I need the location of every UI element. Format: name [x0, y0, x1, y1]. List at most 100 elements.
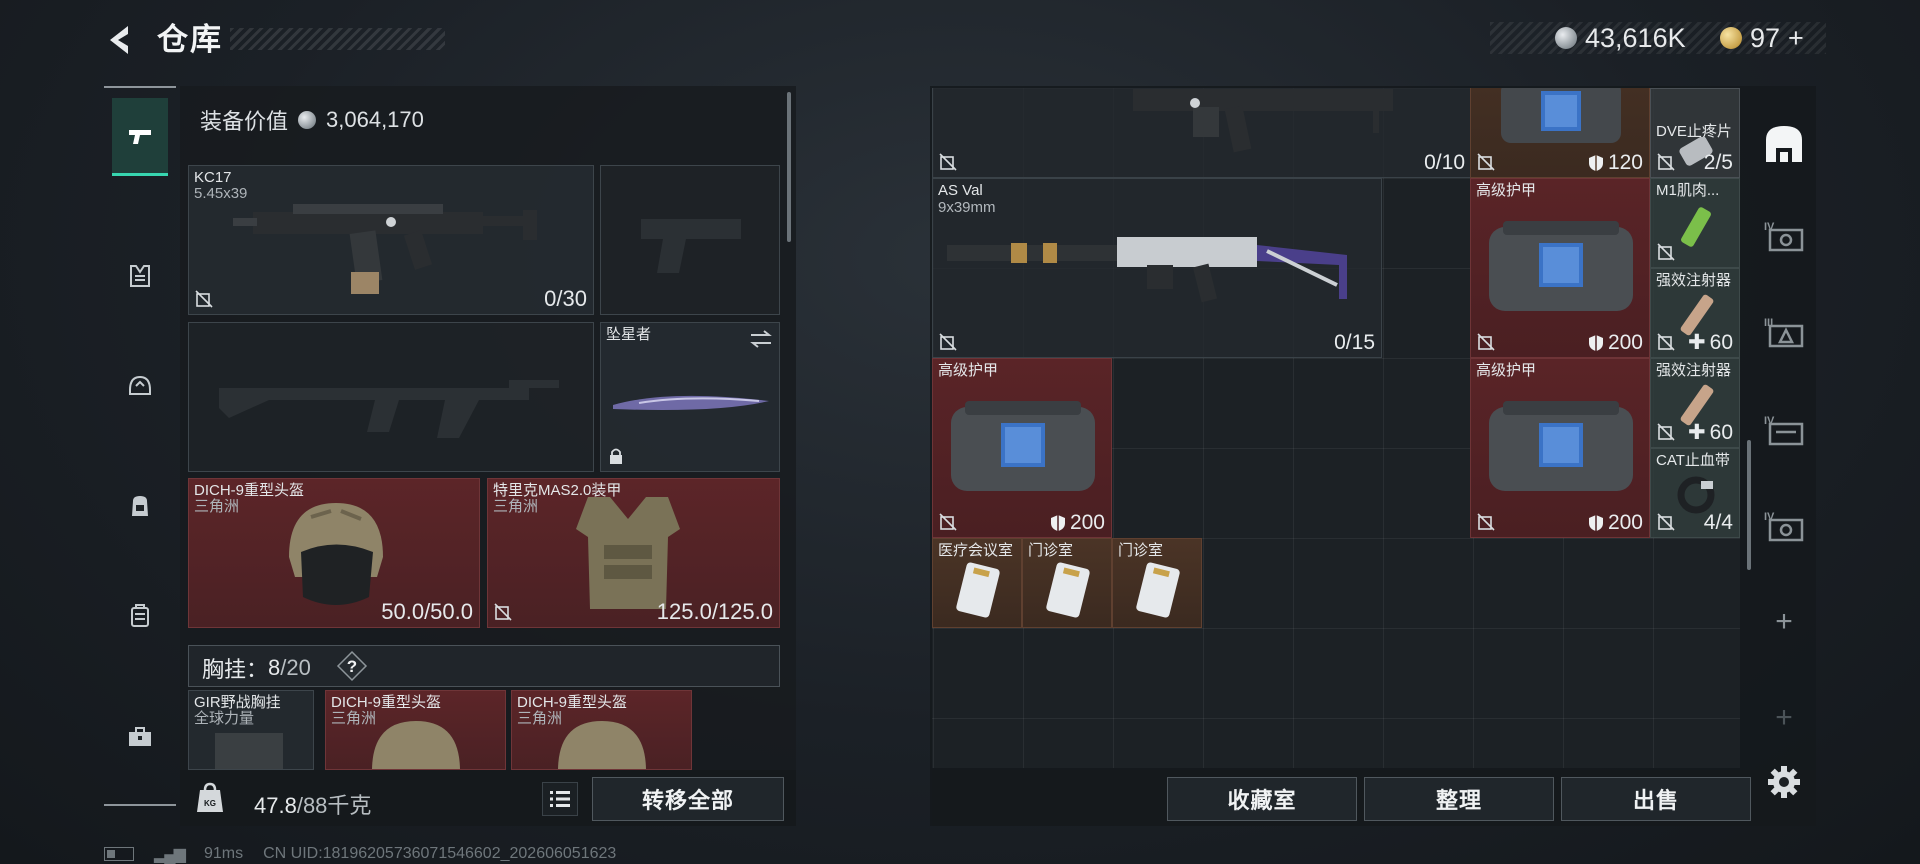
- silver-coin-icon: [1555, 27, 1577, 49]
- no-insure-icon: [939, 333, 957, 351]
- stash-item-injector[interactable]: 强效注射器 ✚ 60: [1650, 358, 1740, 448]
- stash-item-keycard[interactable]: 门诊室: [1112, 538, 1202, 628]
- list-view-icon[interactable]: [542, 782, 578, 816]
- sell-button[interactable]: 出售: [1561, 777, 1751, 821]
- plus-icon: ✚: [1688, 331, 1706, 354]
- melee-name: 坠星者: [606, 326, 652, 343]
- no-insure-icon: [1657, 153, 1675, 171]
- no-insure-icon: [1657, 243, 1675, 261]
- stash-item-armor[interactable]: 高级护甲 200: [1470, 178, 1650, 358]
- chest-rig-used: 8: [268, 655, 281, 680]
- item-name: M1肌肉...: [1656, 182, 1720, 199]
- ammo-count: 0/30: [544, 286, 587, 311]
- ammo-count: 0/10: [1424, 151, 1465, 174]
- nav-armor[interactable]: [112, 248, 168, 304]
- sidebar-item-storage-1[interactable]: IV: [1758, 210, 1810, 262]
- sidebar-item-storage-4[interactable]: IV: [1758, 500, 1810, 552]
- stash-item-armor[interactable]: 高级护甲 200: [932, 358, 1112, 538]
- armor-brand: 三角洲: [493, 498, 539, 515]
- ping-readout: 91ms: [203, 845, 244, 862]
- no-insure-icon: [1477, 513, 1495, 531]
- transfer-all-button[interactable]: 转移全部: [592, 777, 784, 821]
- rig-item-brand: 全球力量: [194, 710, 255, 727]
- equipment-scrollbar[interactable]: [787, 92, 791, 242]
- nav-toolbox[interactable]: [112, 708, 168, 764]
- armor-durability: 125.0/125.0: [656, 599, 773, 624]
- secondary-weapon-slot[interactable]: [188, 322, 594, 472]
- durability-value: 200: [1069, 511, 1105, 534]
- item-name: 医疗会议室: [938, 542, 1014, 559]
- stash-item-armor[interactable]: 高级护甲 200: [1470, 358, 1650, 538]
- item-name: 门诊室: [1118, 542, 1164, 559]
- durability-value: 200: [1607, 511, 1643, 534]
- sort-button[interactable]: 整理: [1364, 777, 1554, 821]
- stash-item-dve[interactable]: DVE止疼片 2/5: [1650, 88, 1740, 178]
- melee-slot[interactable]: 坠星者: [600, 322, 780, 472]
- collection-room-button[interactable]: 收藏室: [1167, 777, 1357, 821]
- heal-value: 60: [1709, 330, 1733, 354]
- stash-item-keycard[interactable]: 医疗会议室: [932, 538, 1022, 628]
- help-icon[interactable]: ?: [336, 650, 368, 682]
- stash-scrollbar[interactable]: [1747, 440, 1751, 570]
- nav-helmet[interactable]: [112, 358, 168, 414]
- sidebar-add-storage[interactable]: +: [1758, 596, 1810, 648]
- chest-rig-label: 胸挂：: [202, 657, 269, 682]
- gear-icon[interactable]: [1766, 764, 1802, 800]
- max-weight: /88千克: [296, 793, 372, 818]
- stash-item-injector[interactable]: 强效注射器 ✚ 60: [1650, 268, 1740, 358]
- rig-item-name: DICH-9重型头盔: [517, 694, 628, 711]
- swap-arrows-icon[interactable]: [749, 329, 773, 349]
- sidebar-item-storage-3[interactable]: IV: [1758, 404, 1810, 456]
- primary-weapon-slot[interactable]: KC17 5.45x39 0/30: [188, 165, 594, 315]
- rig-item[interactable]: GIR野战胸挂 全球力量: [188, 690, 314, 770]
- weight-icon: KG: [197, 782, 223, 812]
- no-insure-icon: [494, 603, 512, 621]
- pistol-icon: [129, 129, 151, 144]
- case-icon: [1766, 126, 1802, 162]
- syringe-icon: [1681, 207, 1711, 247]
- sidearm-slot[interactable]: [600, 165, 780, 315]
- gold-amount: 97: [1750, 23, 1781, 53]
- stash-item-keycard[interactable]: 门诊室: [1022, 538, 1112, 628]
- helmet-brand: 三角洲: [194, 498, 240, 515]
- stash-item-m1[interactable]: M1肌肉...: [1650, 178, 1740, 268]
- sidebar-item-storage-2[interactable]: III: [1758, 306, 1810, 358]
- svg-text:KG: KG: [204, 799, 216, 808]
- heal-amount: ✚ 60: [1688, 330, 1733, 355]
- no-insure-icon: [1477, 333, 1495, 351]
- nav-case[interactable]: [112, 588, 168, 644]
- item-count: 2/5: [1703, 151, 1733, 174]
- helmet-icon: [289, 503, 383, 605]
- plus-icon: ✚: [1688, 421, 1706, 444]
- shield-icon: [1588, 515, 1603, 531]
- pistol-silhouette-icon: [641, 219, 741, 273]
- item-name: 高级护甲: [1476, 362, 1537, 379]
- storage-tier-iv-icon: IV: [1764, 221, 1804, 252]
- no-insure-icon: [1657, 513, 1675, 531]
- silver-currency: 43,616K: [1555, 24, 1686, 52]
- armor-durability: 120: [1588, 151, 1643, 175]
- nav-weapons[interactable]: [112, 98, 168, 176]
- back-arrow-icon[interactable]: [100, 20, 140, 60]
- add-gold-button[interactable]: +: [1788, 24, 1804, 52]
- sidebar-item-main-stash[interactable]: [1758, 118, 1810, 170]
- rig-item[interactable]: DICH-9重型头盔 三角洲: [325, 690, 506, 770]
- plus-icon: +: [1775, 605, 1793, 638]
- signal-icon: ▂▄▆: [154, 846, 186, 863]
- stash-item-armor[interactable]: 120: [1470, 88, 1650, 178]
- armor-slot[interactable]: 特里克MAS2.0装甲 三角洲 125.0/125.0: [487, 478, 780, 628]
- item-name: 高级护甲: [938, 362, 999, 379]
- helmet-slot[interactable]: DICH-9重型头盔 三角洲 50.0/50.0: [188, 478, 480, 628]
- stash-item-cat[interactable]: CAT止血带 4/4: [1650, 448, 1740, 538]
- gold-coin-icon: [1720, 27, 1742, 49]
- nav-backpack[interactable]: [112, 478, 168, 534]
- heal-amount: ✚ 60: [1688, 420, 1733, 445]
- stash-item-rifle[interactable]: 0/10: [932, 88, 1472, 178]
- item-name: 强效注射器: [1656, 272, 1732, 289]
- rig-item[interactable]: DICH-9重型头盔 三角洲: [511, 690, 692, 770]
- category-nav: [104, 86, 176, 806]
- weight-readout: 47.8/88千克: [254, 788, 371, 820]
- armor-bag-icon: [951, 401, 1095, 491]
- equipment-value: 装备价值 3,064,170: [200, 104, 424, 136]
- stash-item-asval[interactable]: AS Val 9x39mm 0/15: [932, 178, 1382, 358]
